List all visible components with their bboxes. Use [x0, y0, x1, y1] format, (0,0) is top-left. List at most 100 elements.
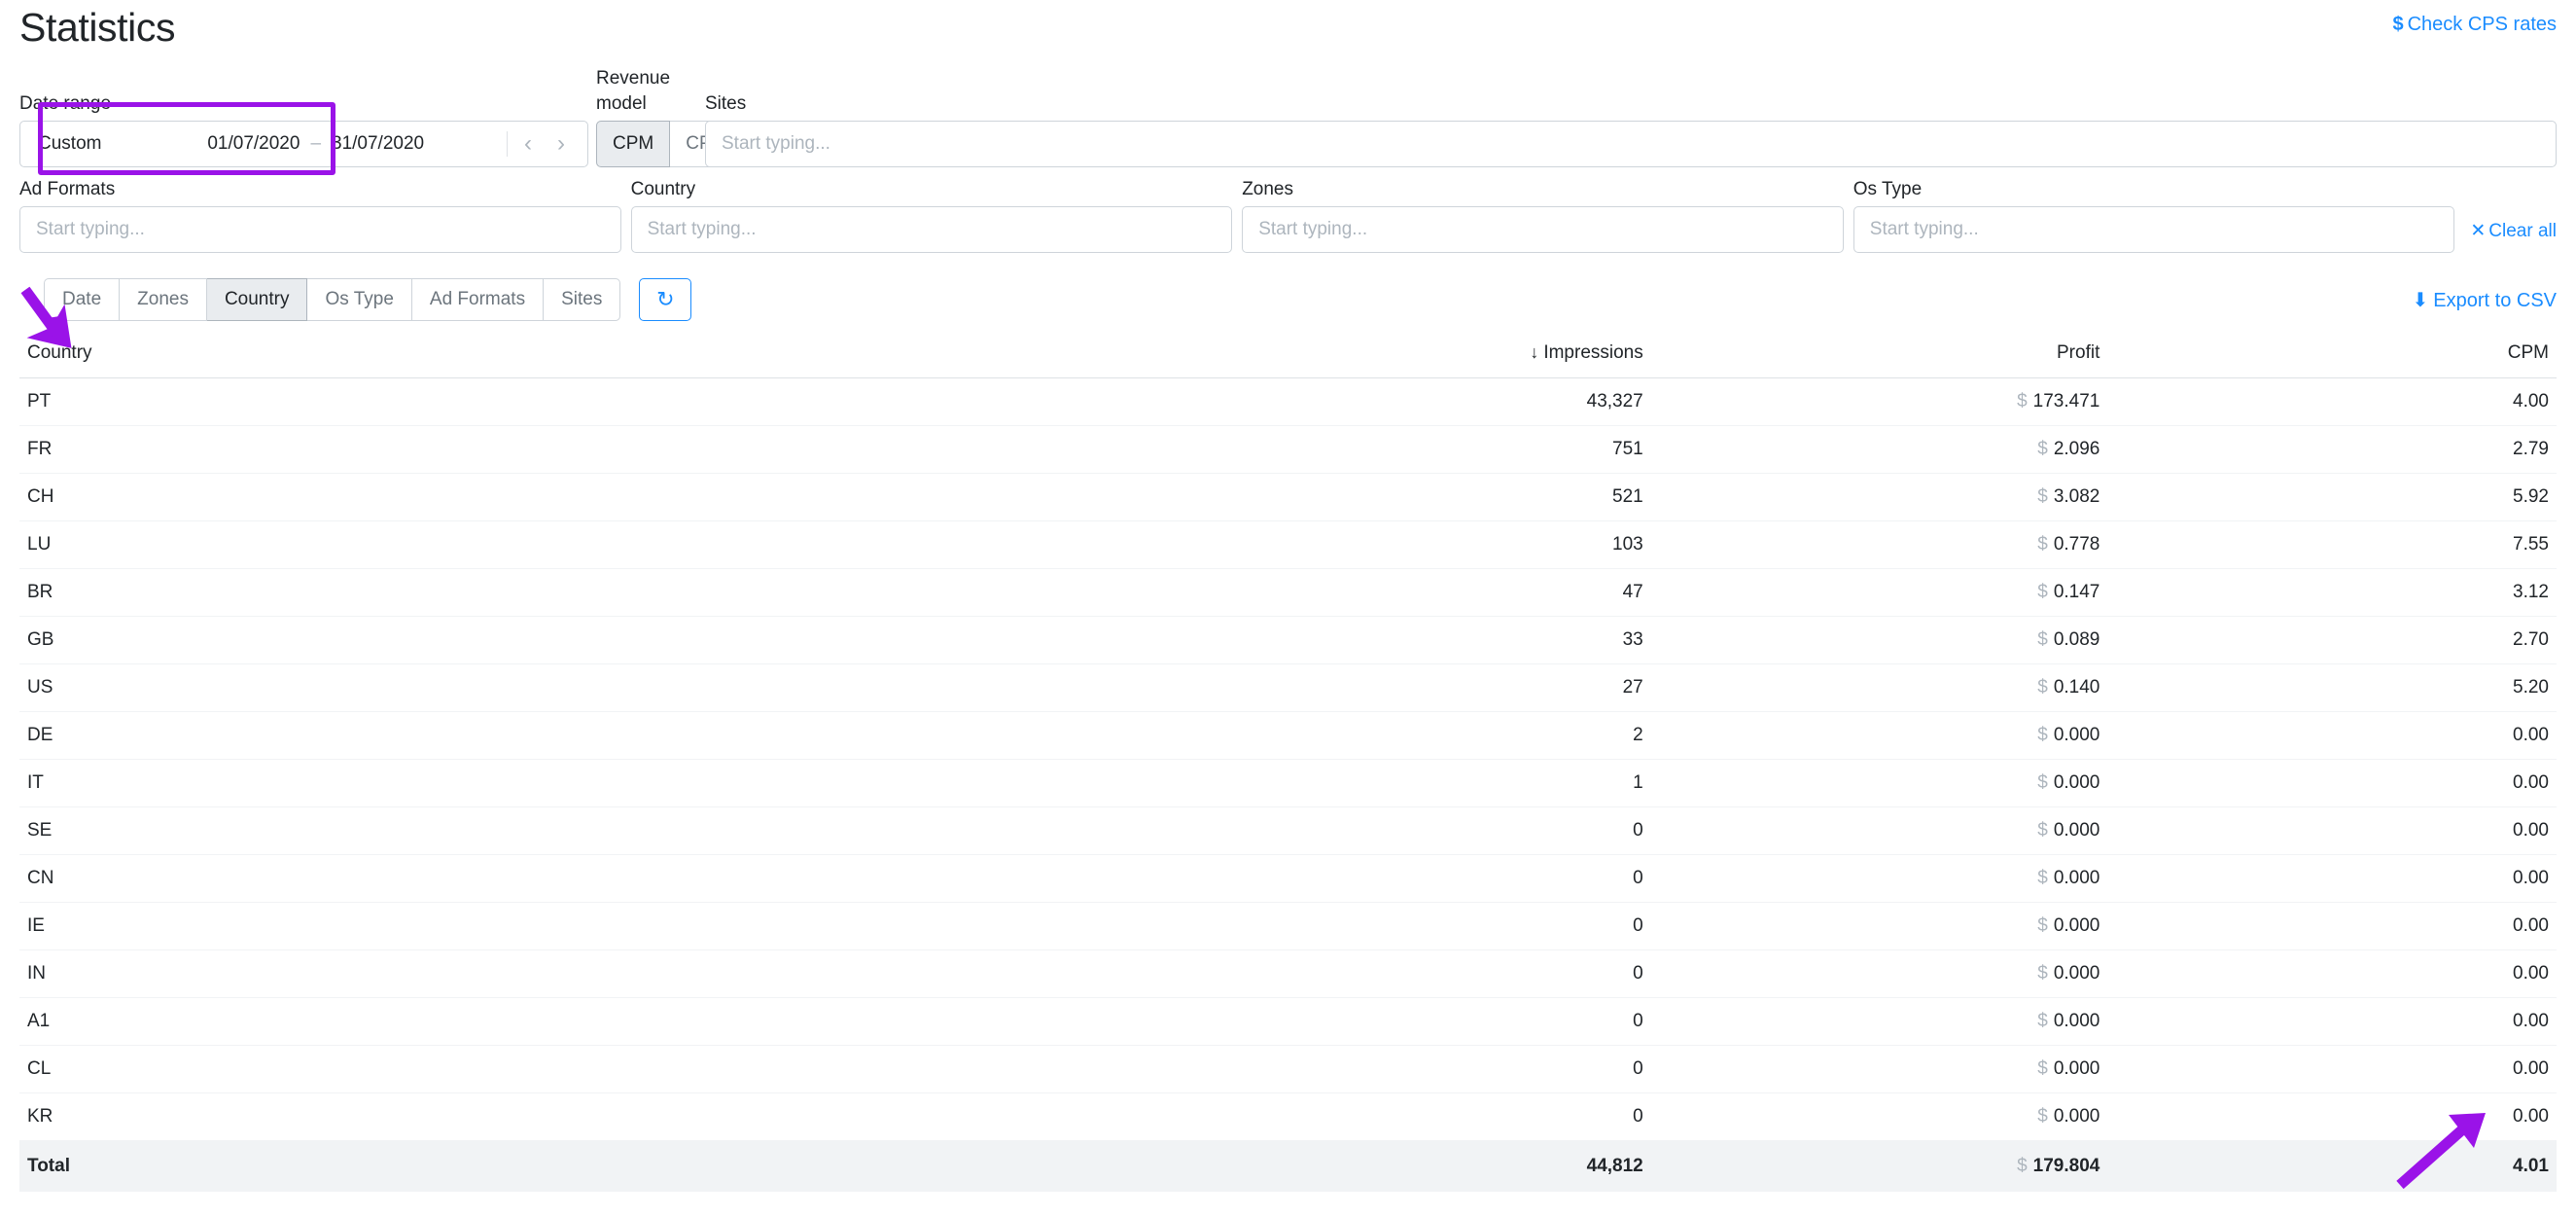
table-row[interactable]: SE 0 $0.000 0.00 [19, 806, 2557, 855]
zones-label: Zones [1242, 179, 1293, 199]
date-range-values[interactable]: 01/07/2020 – 31/07/2020 [101, 133, 503, 155]
table-row[interactable]: KR 0 $0.000 0.00 [19, 1092, 2557, 1141]
chevron-right-icon[interactable]: › [545, 125, 578, 163]
revenue-model-option-cpm[interactable]: CPM [596, 121, 671, 167]
cell-impressions: 47 [1186, 568, 1643, 617]
column-header-profit[interactable]: Profit [1642, 335, 2100, 378]
sites-label: Sites [705, 93, 747, 114]
cell-cpm: 0.00 [2100, 997, 2557, 1046]
cell-profit: $2.096 [1642, 425, 2100, 474]
cell-impressions: 751 [1186, 425, 1643, 474]
table-row[interactable]: CL 0 $0.000 0.00 [19, 1045, 2557, 1093]
ad-formats-input[interactable]: Start typing... [19, 206, 621, 253]
cell-country: IE [19, 902, 1187, 950]
table-row[interactable]: LU 103 $0.778 7.55 [19, 520, 2557, 569]
currency-symbol: $ [2037, 725, 2048, 745]
cell-country: IT [19, 759, 1187, 807]
column-header-cpm[interactable]: CPM [2100, 335, 2557, 378]
chevron-left-icon[interactable]: ‹ [512, 125, 545, 163]
cell-impressions: 2 [1186, 711, 1643, 760]
currency-symbol: $ [2037, 820, 2048, 841]
date-range-dash: – [310, 133, 322, 154]
zones-input[interactable]: Start typing... [1242, 206, 1844, 253]
table-row[interactable]: IN 0 $0.000 0.00 [19, 949, 2557, 998]
tab-ad-formats[interactable]: Ad Formats [411, 278, 545, 321]
currency-symbol: $ [2017, 391, 2028, 412]
export-to-csv-link[interactable]: ⬇ Export to CSV [2413, 288, 2557, 312]
download-icon: ⬇ [2412, 290, 2429, 311]
cell-impressions: 1 [1186, 759, 1643, 807]
cell-cpm: 0.00 [2100, 854, 2557, 903]
date-range-control[interactable]: Custom 01/07/2020 – 31/07/2020 ‹ › [19, 121, 588, 167]
refresh-icon[interactable]: ↻ [639, 278, 692, 321]
table-row[interactable]: A1 0 $0.000 0.00 [19, 997, 2557, 1046]
cell-country: LU [19, 520, 1187, 569]
tab-country[interactable]: Country [206, 278, 308, 321]
total-profit: $179.804 [1642, 1140, 2100, 1192]
cell-impressions: 43,327 [1186, 377, 1643, 426]
tab-os-type[interactable]: Os Type [307, 278, 412, 321]
cell-country: FR [19, 425, 1187, 474]
check-cps-rates-link[interactable]: $ Check CPS rates [2392, 14, 2557, 36]
sites-input[interactable]: Start typing... [705, 121, 2557, 167]
cell-country: A1 [19, 997, 1187, 1046]
cell-cpm: 0.00 [2100, 806, 2557, 855]
table-row[interactable]: CH 521 $3.082 5.92 [19, 473, 2557, 521]
cell-profit-value: 0.000 [2053, 1106, 2100, 1127]
cell-profit-value: 0.089 [2053, 629, 2100, 650]
cell-cpm: 2.70 [2100, 616, 2557, 664]
currency-symbol: $ [2037, 629, 2048, 650]
cell-country: US [19, 663, 1187, 712]
ad-formats-label: Ad Formats [19, 179, 116, 199]
tab-sites[interactable]: Sites [544, 278, 621, 321]
tab-zones[interactable]: Zones [120, 278, 207, 321]
cell-profit-value: 0.000 [2053, 772, 2100, 793]
country-label: Country [630, 179, 696, 199]
cell-profit: $0.000 [1642, 806, 2100, 855]
total-impressions: 44,812 [1186, 1140, 1643, 1192]
x-icon: ✕ [2470, 221, 2487, 241]
country-input[interactable]: Start typing... [630, 206, 1233, 253]
table-row[interactable]: IE 0 $0.000 0.00 [19, 902, 2557, 950]
cell-impressions: 0 [1186, 1045, 1643, 1093]
cell-impressions: 27 [1186, 663, 1643, 712]
table-row[interactable]: FR 751 $2.096 2.79 [19, 425, 2557, 474]
cell-country: IN [19, 949, 1187, 998]
table-row[interactable]: BR 47 $0.147 3.12 [19, 568, 2557, 617]
filter-row-secondary: Ad Formats Start typing... Country Start… [19, 177, 2557, 253]
table-row[interactable]: GB 33 $0.089 2.70 [19, 616, 2557, 664]
dollar-icon: $ [2392, 14, 2404, 35]
table-row[interactable]: IT 1 $0.000 0.00 [19, 759, 2557, 807]
sites-placeholder: Start typing... [722, 133, 830, 154]
table-row[interactable]: US 27 $0.140 5.20 [19, 663, 2557, 712]
table-row[interactable]: CN 0 $0.000 0.00 [19, 854, 2557, 903]
column-header-impressions[interactable]: ↓ Impressions [1186, 335, 1643, 378]
cell-profit-value: 2.096 [2053, 439, 2100, 459]
column-header-country[interactable]: Country [19, 335, 1187, 378]
date-range-preset[interactable]: Custom [20, 133, 101, 155]
os-type-input[interactable]: Start typing... [1853, 206, 2455, 253]
cell-impressions: 0 [1186, 1092, 1643, 1141]
clear-all-button[interactable]: ✕ Clear all [2470, 220, 2557, 253]
table-header-row: Country ↓ Impressions Profit CPM [19, 335, 2557, 378]
cell-country: KR [19, 1092, 1187, 1141]
cell-cpm: 0.00 [2100, 1092, 2557, 1141]
currency-symbol: $ [2037, 582, 2048, 602]
cell-cpm: 7.55 [2100, 520, 2557, 569]
country-placeholder: Start typing... [647, 219, 757, 239]
tab-date[interactable]: Date [44, 278, 121, 321]
date-range-start[interactable]: 01/07/2020 [207, 133, 300, 155]
sites-field: Sites Start typing... [705, 91, 2557, 167]
cell-profit: $0.000 [1642, 711, 2100, 760]
cell-profit-value: 3.082 [2053, 486, 2100, 507]
table-row[interactable]: PT 43,327 $173.471 4.00 [19, 377, 2557, 426]
cell-country: BR [19, 568, 1187, 617]
currency-symbol: $ [2037, 534, 2048, 555]
date-range-end[interactable]: 31/07/2020 [332, 133, 424, 155]
cell-country: DE [19, 711, 1187, 760]
currency-symbol: $ [2017, 1156, 2028, 1176]
cell-impressions: 0 [1186, 806, 1643, 855]
cell-profit-value: 0.000 [2053, 963, 2100, 984]
cell-country: CH [19, 473, 1187, 521]
table-row[interactable]: DE 2 $0.000 0.00 [19, 711, 2557, 760]
